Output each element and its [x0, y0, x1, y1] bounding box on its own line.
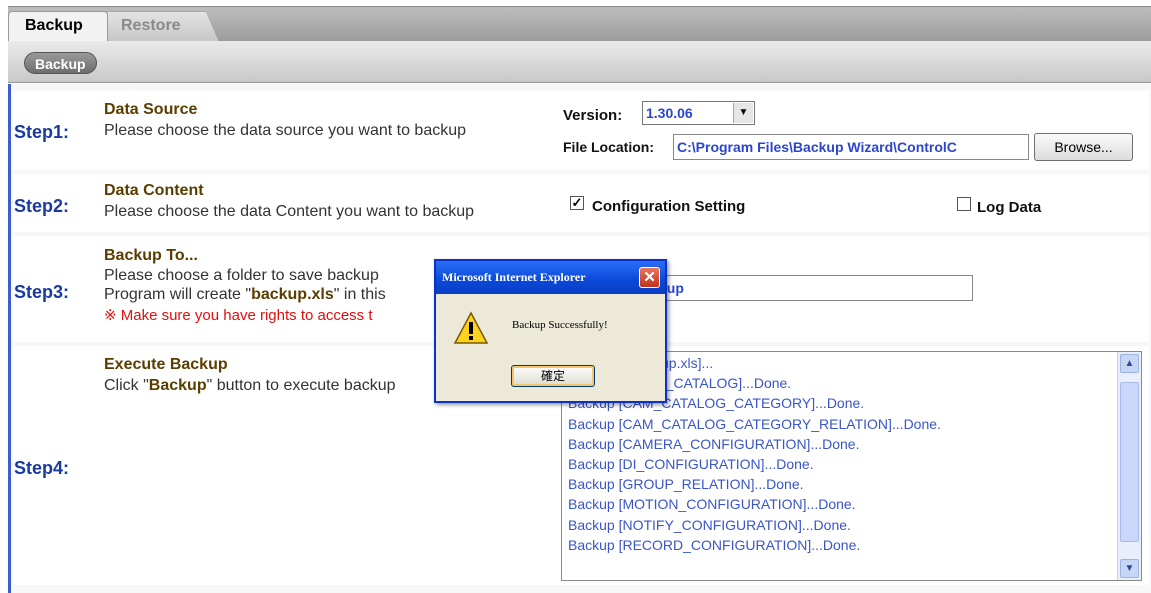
scrollbar-thumb[interactable]: [1120, 382, 1139, 542]
log-line: Backup [CAMERA_CONFIGURATION]...Done.: [568, 435, 860, 452]
version-label: Version:: [563, 107, 623, 124]
tab-restore-label: Restore: [121, 17, 181, 34]
step3-description-line1: Please choose a folder to save backup: [104, 267, 379, 284]
version-select[interactable]: 1.30.06 ▼: [642, 101, 755, 125]
tab-bar: Restore Backup: [8, 6, 1151, 42]
tab-backup-label: Backup: [25, 17, 83, 34]
log-line: Backup [RECORD_CONFIGURATION]...Done.: [568, 536, 861, 553]
step3-title: Backup To...: [104, 247, 198, 264]
step3-label: Step3:: [14, 282, 70, 302]
step1-label: Step1:: [14, 122, 70, 142]
step2-label: Step2:: [14, 196, 70, 216]
step4-description: Click "Backup" button to execute backup: [104, 377, 396, 394]
tab-backup[interactable]: Backup: [8, 11, 108, 42]
log-scrollbar[interactable]: ▲ ▼: [1117, 352, 1141, 580]
dialog-title: Microsoft Internet Explorer: [442, 270, 586, 284]
step1-description: Please choose the data source you want t…: [104, 122, 467, 139]
step3-description-line2: Program will create "backup.xls" in this: [104, 286, 386, 303]
log-data-label: Log Data: [977, 199, 1042, 216]
step4-label: Step4:: [14, 458, 70, 478]
step1-title: Data Source: [104, 101, 198, 118]
alert-dialog: Microsoft Internet Explorer ✕ Backup Suc…: [434, 259, 667, 403]
chevron-down-icon[interactable]: ▼: [733, 103, 753, 123]
step3-warning: ※ Make sure you have rights to access t: [104, 307, 373, 324]
dialog-message: Backup Successfully!: [512, 319, 608, 331]
warning-icon: [453, 311, 489, 344]
log-data-checkbox[interactable]: [957, 197, 971, 211]
tab-restore[interactable]: Restore: [104, 11, 219, 42]
configuration-setting-checkbox[interactable]: ✓: [570, 196, 584, 210]
backup-page: Restore Backup Backup Step1: Data Source…: [0, 0, 1151, 593]
configuration-setting-label: Configuration Setting: [592, 198, 746, 215]
step2-description: Please choose the data Content you want …: [104, 203, 475, 220]
dialog-titlebar[interactable]: Microsoft Internet Explorer ✕: [436, 261, 665, 294]
close-icon[interactable]: ✕: [639, 267, 660, 288]
log-line: Backup [DI_CONFIGURATION]...Done.: [568, 456, 814, 473]
file-location-input[interactable]: C:\Program Files\Backup Wizard\ControlC: [673, 134, 1029, 160]
step2-title: Data Content: [104, 182, 204, 199]
log-line: Backup [GROUP_RELATION]...Done.: [568, 476, 804, 493]
log-line: Backup [CAM_CATALOG_CATEGORY_RELATION]..…: [568, 415, 941, 432]
ok-button[interactable]: 確定: [511, 365, 595, 387]
backup-subtab-button[interactable]: Backup: [24, 52, 97, 74]
sub-toolbar: Backup: [8, 41, 1151, 83]
log-line: Backup [NOTIFY_CONFIGURATION]...Done.: [568, 516, 851, 533]
browse-button[interactable]: Browse...: [1034, 133, 1133, 161]
file-location-label: File Location:: [563, 139, 654, 155]
version-value: 1.30.06: [646, 105, 693, 121]
scroll-up-icon[interactable]: ▲: [1120, 354, 1139, 373]
scroll-down-icon[interactable]: ▼: [1120, 559, 1139, 578]
step4-title: Execute Backup: [104, 356, 228, 373]
log-line: Backup [MOTION_CONFIGURATION]...Done.: [568, 496, 856, 513]
